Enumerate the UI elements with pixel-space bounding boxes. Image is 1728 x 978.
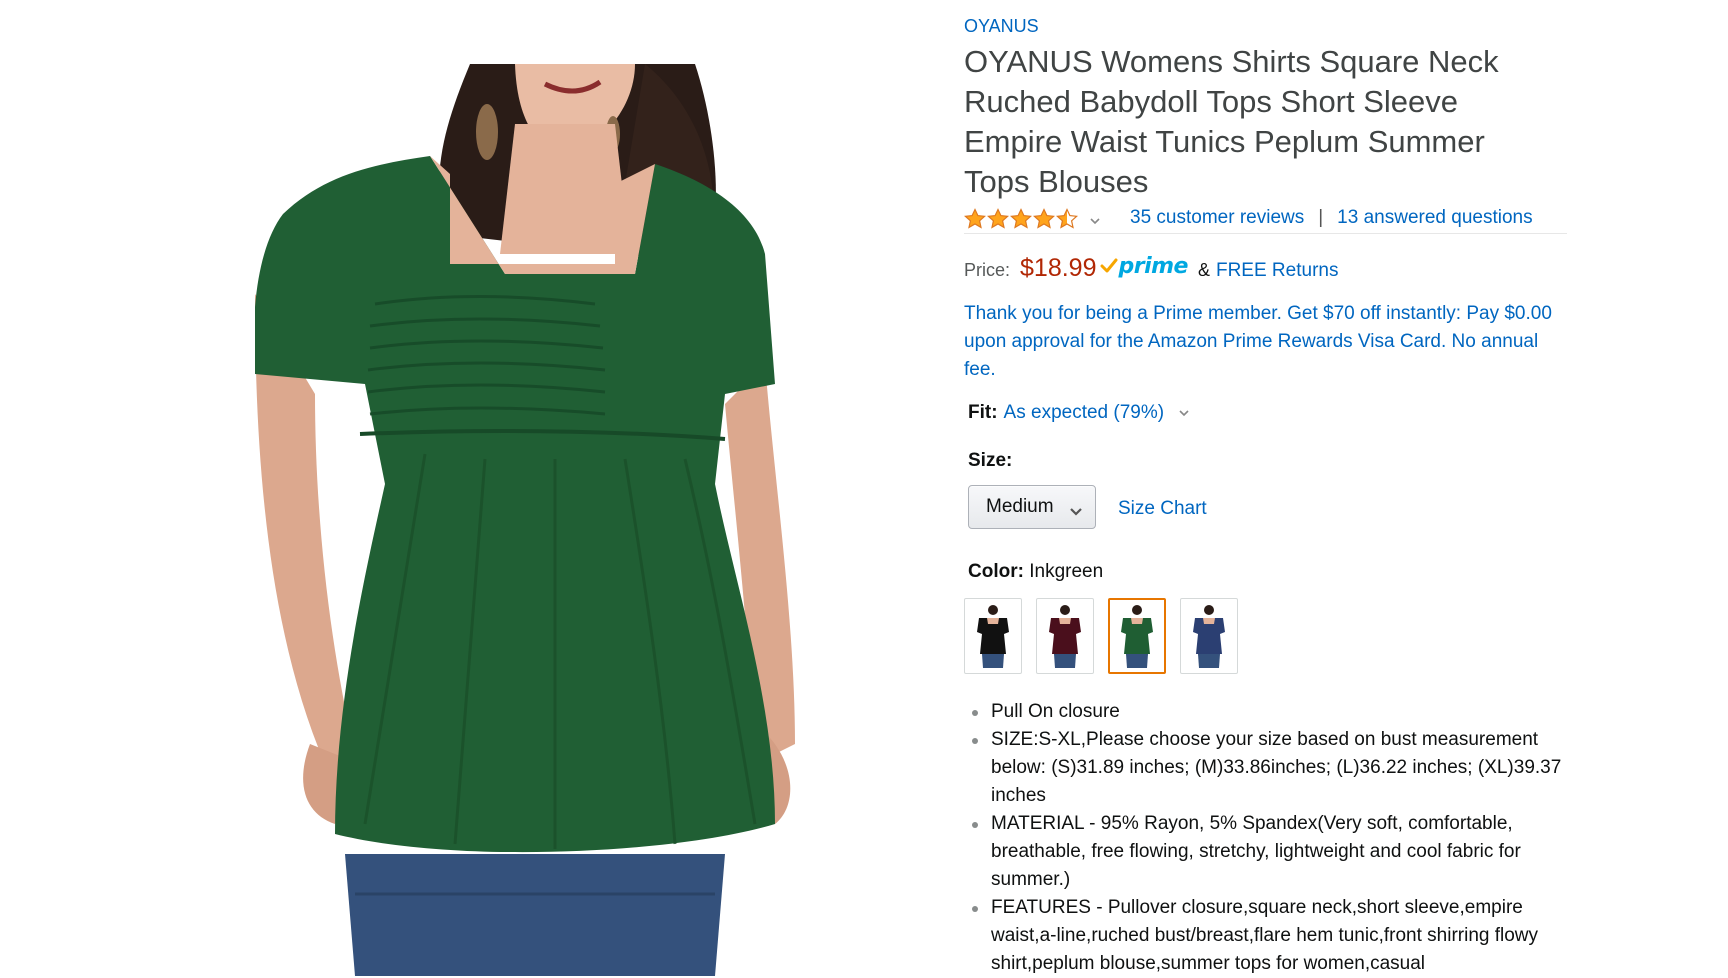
- star-icon: [1033, 207, 1055, 229]
- product-main-image[interactable]: [255, 64, 835, 976]
- color-value: Inkgreen: [1029, 561, 1104, 582]
- rating-row: 35 customer reviews | 13 answered questi…: [964, 203, 1567, 234]
- model-in-green-top-image: [255, 64, 795, 976]
- swatch-thumbnail-image: [977, 605, 1009, 668]
- chevron-down-icon[interactable]: [1090, 213, 1100, 225]
- swatch-thumbnail-image: [1049, 605, 1081, 668]
- separator: |: [1318, 207, 1324, 228]
- feature-bullet: Pull On closure: [964, 698, 1574, 726]
- color-swatch-black[interactable]: [964, 598, 1022, 674]
- prime-badge: prime: [1100, 253, 1188, 279]
- color-row: Color: Inkgreen: [968, 561, 1103, 583]
- color-swatch-navy[interactable]: [1180, 598, 1238, 674]
- feature-bullet: SIZE:S-XL,Please choose your size based …: [964, 726, 1574, 810]
- feature-bullets: Pull On closure SIZE:S-XL,Please choose y…: [964, 698, 1574, 978]
- prime-card-offer-link[interactable]: Thank you for being a Prime member. Get …: [964, 300, 1564, 384]
- product-title: OYANUS Womens Shirts Square Neck Ruched …: [964, 44, 1499, 199]
- earring-left: [476, 104, 498, 160]
- price-label: Price:: [964, 260, 1011, 280]
- star-rating[interactable]: [964, 207, 1078, 229]
- star-icon: [1056, 207, 1078, 229]
- swatch-thumbnail-image: [1121, 605, 1153, 668]
- color-swatches: [964, 598, 1238, 674]
- check-icon: [1100, 258, 1118, 273]
- size-label: Size:: [968, 450, 1013, 471]
- answered-questions-link[interactable]: 13 answered questions: [1337, 207, 1532, 229]
- fit-value-link[interactable]: As expected (79%): [1004, 402, 1165, 424]
- feature-bullet: MATERIAL - 95% Rayon, 5% Spandex(Very so…: [964, 810, 1574, 894]
- star-icon: [1010, 207, 1032, 229]
- size-selected-value: Medium: [986, 496, 1054, 517]
- prime-logo-text: prime: [1118, 253, 1188, 279]
- fit-row: Fit: As expected (79%): [968, 402, 1190, 424]
- size-dropdown[interactable]: Medium: [968, 485, 1096, 529]
- brand-link[interactable]: OYANUS: [964, 16, 1039, 37]
- chevron-down-icon: [1069, 502, 1083, 524]
- star-icon: [987, 207, 1009, 229]
- color-swatch-wine[interactable]: [1036, 598, 1094, 674]
- price-value: $18.99: [1020, 254, 1097, 282]
- ampersand: &: [1197, 260, 1210, 280]
- color-swatch-inkgreen[interactable]: [1108, 598, 1166, 674]
- chevron-down-icon[interactable]: [1178, 402, 1190, 424]
- price-row: Price: $18.99 prime & FREE Returns: [964, 254, 1338, 283]
- customer-reviews-link[interactable]: 35 customer reviews: [1130, 207, 1304, 229]
- fit-label: Fit:: [968, 402, 998, 423]
- color-label: Color:: [968, 561, 1024, 582]
- size-chart-link[interactable]: Size Chart: [1118, 498, 1207, 520]
- swatch-thumbnail-image: [1193, 605, 1225, 668]
- free-returns-link[interactable]: FREE Returns: [1216, 260, 1338, 282]
- star-icon: [964, 207, 986, 229]
- feature-bullet: FEATURES - Pullover closure,square neck,…: [964, 894, 1574, 978]
